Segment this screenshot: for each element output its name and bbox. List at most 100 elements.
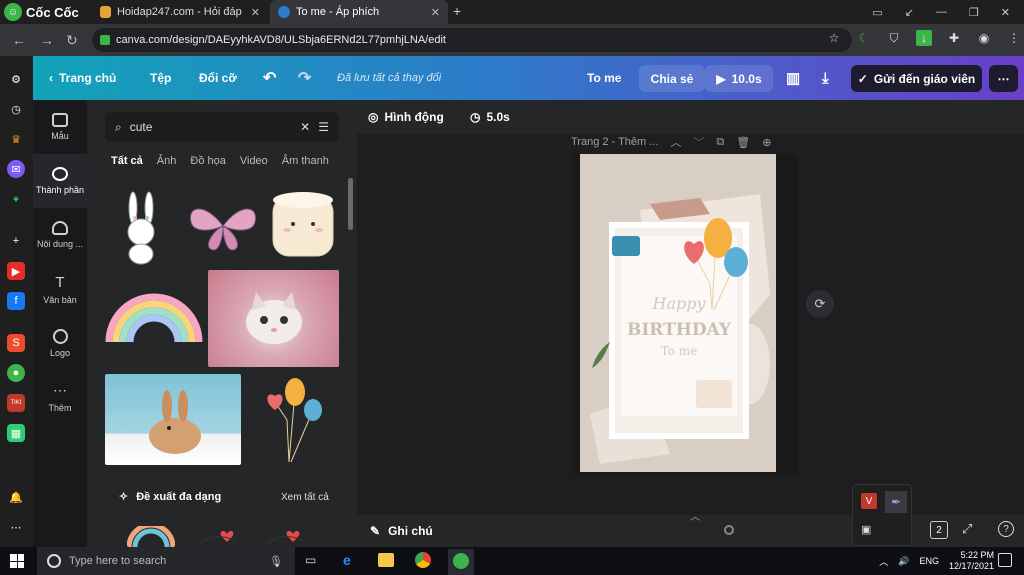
delete-page-icon[interactable]: 🗑 bbox=[736, 136, 750, 149]
browser-brand[interactable]: ☺ Cốc Cốc bbox=[4, 2, 84, 22]
download-arrow-icon[interactable]: ↓ bbox=[916, 30, 932, 46]
zoom-slider-knob[interactable] bbox=[724, 525, 734, 535]
tab-to-me[interactable]: To me - Áp phích ✕ bbox=[270, 0, 448, 24]
move-up-icon[interactable]: ︿ bbox=[670, 134, 681, 150]
tab-hoidap[interactable]: Hoidap247.com - Hỏi đáp o ✕ bbox=[92, 0, 268, 24]
rail-item-uploads[interactable]: Nội dung ... bbox=[33, 208, 87, 262]
refresh-page-icon[interactable]: ⟳ bbox=[806, 290, 834, 318]
rail-item-logo[interactable]: Logo bbox=[33, 316, 87, 370]
fullscreen-icon[interactable]: ⤢ bbox=[962, 521, 972, 537]
close-tab-icon[interactable]: ✕ bbox=[431, 6, 440, 19]
edge-icon[interactable]: e bbox=[343, 552, 351, 568]
url-input[interactable]: canva.com/design/DAEyyhkAVD8/ULSbja6ERNd… bbox=[92, 28, 852, 52]
rail-item-templates[interactable]: Mẫu bbox=[33, 100, 87, 154]
notes-button[interactable]: ✎ Ghi chú bbox=[370, 515, 433, 547]
download-icon[interactable]: ⤓ bbox=[822, 56, 829, 100]
close-window-icon[interactable]: ✕ bbox=[1001, 6, 1010, 19]
poster-cake-sticker-top[interactable] bbox=[612, 236, 640, 256]
poster-balloons[interactable] bbox=[676, 214, 752, 312]
speaker-icon[interactable]: 🔊 bbox=[898, 556, 909, 567]
expand-timeline-icon[interactable]: ︿ bbox=[690, 508, 700, 523]
kitten-photo-thumbnail[interactable] bbox=[208, 270, 339, 367]
elements-search-input[interactable]: ⌕ cute ✕ ☰ bbox=[105, 112, 339, 142]
notification-bell-icon[interactable]: 🔔 bbox=[7, 488, 25, 506]
file-menu-button[interactable]: Tệp bbox=[150, 56, 171, 100]
more-dots-icon[interactable]: ⋯ bbox=[7, 518, 25, 536]
rail-item-elements[interactable]: Thành phần bbox=[33, 154, 87, 208]
help-icon[interactable]: ? bbox=[998, 521, 1014, 537]
filter-settings-icon[interactable]: ☰ bbox=[318, 120, 329, 134]
add-shortcut-icon[interactable]: + bbox=[7, 232, 25, 250]
tab-audio[interactable]: Âm thanh bbox=[282, 155, 329, 167]
butterfly-sticker-thumbnail[interactable] bbox=[185, 196, 261, 256]
shield-icon[interactable]: ⛉ bbox=[886, 30, 902, 46]
close-tab-icon[interactable]: ✕ bbox=[251, 6, 260, 19]
vietkey-icon[interactable]: V bbox=[861, 493, 877, 509]
panel-scrollbar[interactable] bbox=[348, 178, 353, 230]
share-button[interactable]: Chia sẻ bbox=[639, 65, 705, 92]
youtube-icon[interactable]: ▶ bbox=[7, 262, 25, 280]
minimize-icon[interactable]: — bbox=[936, 6, 947, 18]
add-page-icon[interactable]: ⊕ bbox=[762, 136, 771, 149]
poster-cake-sticker-bottom[interactable] bbox=[696, 380, 732, 408]
redo-icon[interactable]: ↷ bbox=[298, 56, 311, 100]
duplicate-page-icon[interactable]: ⧉ bbox=[716, 136, 724, 149]
history-icon[interactable]: ◷ bbox=[7, 100, 25, 118]
rabbit-photo-thumbnail[interactable] bbox=[105, 374, 241, 465]
undo-icon[interactable]: ↶ bbox=[263, 56, 276, 100]
tab-all[interactable]: Tất cả bbox=[111, 155, 143, 167]
rainbow-sticker-thumbnail[interactable] bbox=[105, 290, 203, 346]
animate-button[interactable]: ◎ Hình động bbox=[368, 100, 444, 134]
dark-mode-icon[interactable]: ☾ bbox=[856, 30, 872, 46]
duration-button[interactable]: ◷ 5.0s bbox=[470, 100, 510, 134]
move-down-icon[interactable]: ﹀ bbox=[693, 134, 704, 150]
back-icon[interactable]: ← bbox=[12, 32, 26, 48]
browser-menu-icon[interactable]: ⋮ bbox=[1006, 30, 1022, 46]
crown-icon[interactable]: ♛ bbox=[7, 130, 25, 148]
network-device-icon[interactable]: ▣ bbox=[861, 523, 871, 536]
windows-start-icon[interactable] bbox=[10, 554, 24, 568]
bookmark-star-icon[interactable]: ☆ bbox=[826, 30, 842, 46]
see-all-link[interactable]: Xem tất cả bbox=[281, 492, 329, 503]
marshmallow-sticker-thumbnail[interactable] bbox=[271, 190, 335, 260]
file-explorer-icon[interactable] bbox=[378, 553, 394, 567]
more-options-button[interactable]: ⋯ bbox=[989, 65, 1018, 92]
maximize-icon[interactable]: ❐ bbox=[969, 6, 979, 19]
forward-icon[interactable]: → bbox=[40, 32, 54, 48]
taskbar-search-input[interactable]: Type here to search 🎙 bbox=[37, 547, 295, 575]
action-center-icon[interactable] bbox=[998, 553, 1012, 567]
balloons-sticker-thumbnail[interactable] bbox=[261, 372, 325, 466]
design-title[interactable]: To me bbox=[587, 56, 621, 100]
facebook-icon[interactable]: f bbox=[7, 292, 25, 310]
page-label[interactable]: Trang 2 - Thêm ... bbox=[571, 136, 658, 148]
sheet-icon[interactable]: ▦ bbox=[7, 424, 25, 442]
bunny-sticker-thumbnail[interactable] bbox=[105, 188, 177, 266]
hearts-sticker-thumbnail[interactable] bbox=[197, 524, 317, 547]
shopee-icon[interactable]: S bbox=[7, 334, 25, 352]
rainbow-small-thumbnail[interactable] bbox=[127, 526, 175, 547]
insights-chart-icon[interactable]: ▥ bbox=[786, 56, 800, 100]
clear-search-icon[interactable]: ✕ bbox=[300, 120, 310, 134]
rail-item-text[interactable]: T Văn bản bbox=[33, 262, 87, 316]
rail-item-more[interactable]: ⋯ Thêm bbox=[33, 370, 87, 424]
reload-icon[interactable]: ↻ bbox=[66, 32, 78, 49]
tiki-icon[interactable]: TIKI bbox=[7, 394, 25, 412]
tray-chevron-up-icon[interactable]: ︿ bbox=[879, 555, 888, 568]
home-button[interactable]: ‹ Trang chủ bbox=[49, 56, 116, 100]
game-icon[interactable]: ✦ bbox=[7, 190, 25, 208]
tab-photos[interactable]: Ảnh bbox=[157, 155, 177, 167]
profile-icon[interactable]: ◉ bbox=[976, 30, 992, 46]
task-view-icon[interactable]: ▭ bbox=[305, 553, 316, 567]
messenger-icon[interactable]: ✉ bbox=[7, 160, 25, 178]
feather-app-icon[interactable]: ✒ bbox=[885, 491, 907, 513]
screenshot-icon[interactable]: ▭ bbox=[872, 6, 882, 19]
tab-graphics[interactable]: Đồ họa bbox=[190, 155, 225, 167]
coccoc-taskbar-button[interactable] bbox=[448, 549, 474, 575]
chrome-icon[interactable] bbox=[415, 552, 431, 568]
resize-button[interactable]: Đổi cỡ bbox=[199, 56, 237, 100]
clock[interactable]: 5:22 PM 12/17/2021 bbox=[949, 550, 994, 572]
microphone-icon[interactable]: 🎙 bbox=[269, 555, 283, 568]
tab-video[interactable]: Video bbox=[240, 155, 268, 167]
page-count-button[interactable]: 2 bbox=[930, 521, 948, 539]
coccoc-game-icon[interactable]: ● bbox=[7, 364, 25, 382]
